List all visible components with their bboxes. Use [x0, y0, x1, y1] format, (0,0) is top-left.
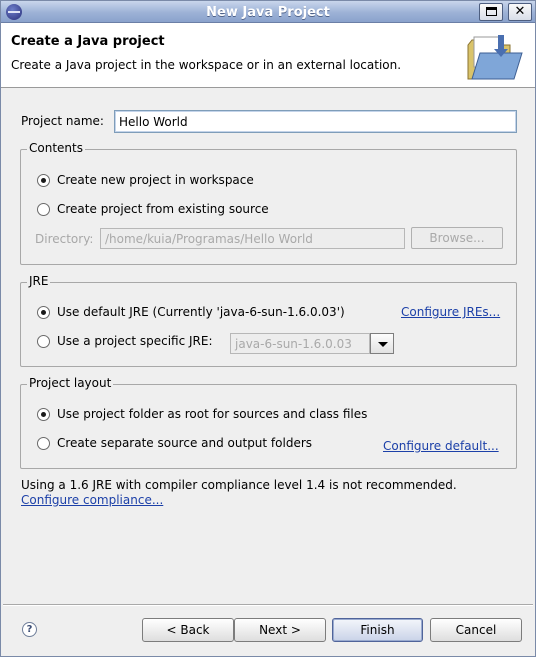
- contents-group: Contents Create new project in workspace…: [20, 141, 517, 265]
- next-button[interactable]: Next >: [234, 618, 326, 642]
- compliance-warning: Using a 1.6 JRE with compiler compliance…: [21, 478, 457, 507]
- close-button[interactable]: ✕: [508, 3, 532, 21]
- configure-default-link[interactable]: Configure default...: [383, 439, 499, 453]
- project-layout-group-title: Project layout: [27, 376, 114, 390]
- folder-icon: [467, 35, 523, 80]
- radio-indicator[interactable]: [37, 305, 50, 319]
- radio-indicator[interactable]: [37, 436, 50, 450]
- radio-default-jre[interactable]: Use default JRE (Currently 'java-6-sun-1…: [37, 305, 345, 319]
- back-button[interactable]: < Back: [142, 618, 234, 642]
- project-name-label: Project name:: [21, 114, 104, 128]
- directory-input[interactable]: /home/kuia/Programas/Hello World: [100, 228, 405, 249]
- radio-indicator[interactable]: [37, 173, 50, 187]
- maximize-button[interactable]: [479, 3, 503, 21]
- radio-indicator[interactable]: [37, 334, 50, 348]
- wizard-banner: Create a Java project Create a Java proj…: [1, 23, 535, 88]
- separator: [3, 604, 533, 606]
- radio-label: Create separate source and output folder…: [57, 436, 313, 450]
- radio-create-from-existing[interactable]: Create project from existing source: [37, 202, 269, 216]
- radio-indicator[interactable]: [37, 407, 50, 421]
- contents-group-title: Contents: [27, 141, 85, 155]
- banner-title: Create a Java project: [11, 34, 165, 49]
- banner-description: Create a Java project in the workspace o…: [11, 58, 402, 72]
- browse-button[interactable]: Browse...: [411, 227, 503, 249]
- radio-label: Create project from existing source: [57, 202, 269, 216]
- radio-label: Use a project specific JRE:: [57, 334, 213, 348]
- radio-project-folder-root[interactable]: Use project folder as root for sources a…: [37, 407, 367, 421]
- window-title: New Java Project: [206, 5, 330, 20]
- configure-compliance-link[interactable]: Configure compliance...: [21, 493, 457, 507]
- directory-label: Directory:: [35, 232, 94, 246]
- jre-select[interactable]: java-6-sun-1.6.0.03: [230, 333, 370, 354]
- radio-label: Use default JRE (Currently 'java-6-sun-1…: [57, 305, 345, 319]
- radio-create-new-project[interactable]: Create new project in workspace: [37, 173, 254, 187]
- radio-label: Use project folder as root for sources a…: [57, 407, 368, 421]
- project-name-input[interactable]: [114, 110, 517, 133]
- chevron-down-icon[interactable]: [370, 333, 394, 354]
- warning-text: Using a 1.6 JRE with compiler compliance…: [21, 478, 457, 492]
- cancel-button[interactable]: Cancel: [430, 618, 522, 642]
- new-java-project-dialog: New Java Project ✕ Create a Java project…: [0, 0, 536, 657]
- jre-group: JRE Use default JRE (Currently 'java-6-s…: [20, 274, 517, 367]
- title-bar[interactable]: New Java Project ✕: [1, 1, 535, 23]
- finish-button[interactable]: Finish: [332, 618, 423, 642]
- help-icon[interactable]: ?: [22, 622, 37, 637]
- project-layout-group: Project layout Use project folder as roo…: [20, 376, 517, 469]
- configure-jres-link[interactable]: Configure JREs...: [401, 305, 500, 319]
- radio-separate-folders[interactable]: Create separate source and output folder…: [37, 436, 312, 450]
- jre-group-title: JRE: [27, 274, 51, 288]
- close-icon: ✕: [514, 4, 526, 19]
- radio-project-specific-jre[interactable]: Use a project specific JRE:: [37, 334, 213, 348]
- radio-indicator[interactable]: [37, 202, 50, 216]
- radio-label: Create new project in workspace: [57, 173, 254, 187]
- maximize-icon: [485, 7, 497, 16]
